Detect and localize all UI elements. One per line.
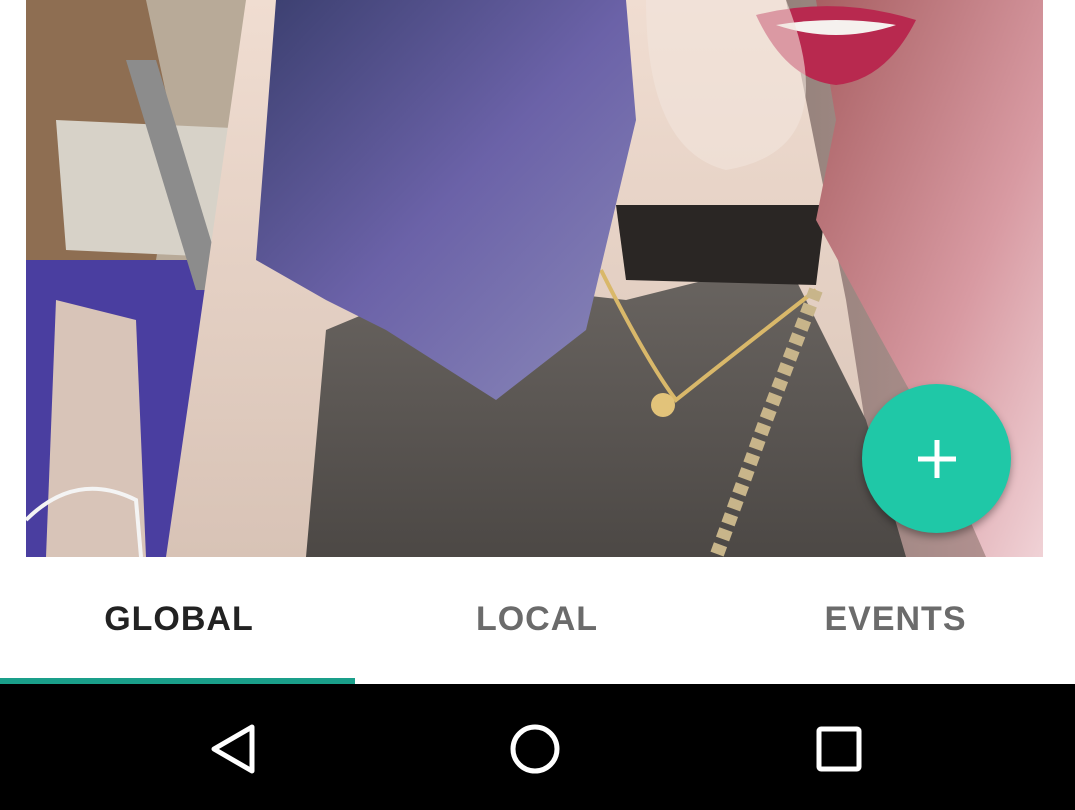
back-triangle-icon — [211, 724, 255, 774]
home-circle-icon — [510, 724, 560, 774]
tab-events[interactable]: EVENTS — [716, 557, 1075, 684]
add-button[interactable] — [862, 384, 1011, 533]
tab-bar: GLOBAL LOCAL EVENTS — [0, 557, 1075, 684]
recents-square-icon — [816, 726, 862, 772]
tab-events-label: EVENTS — [824, 600, 967, 638]
tab-global-label: GLOBAL — [104, 600, 254, 638]
tab-global[interactable]: GLOBAL — [0, 557, 358, 684]
plus-icon — [917, 439, 956, 478]
back-button[interactable] — [197, 714, 267, 784]
tab-local[interactable]: LOCAL — [358, 557, 716, 684]
navigation-bar — [0, 684, 1075, 810]
home-button[interactable] — [500, 714, 570, 784]
recents-button[interactable] — [804, 714, 874, 784]
tab-local-label: LOCAL — [475, 600, 599, 638]
screen: GLOBAL LOCAL EVENTS — [0, 0, 1075, 810]
